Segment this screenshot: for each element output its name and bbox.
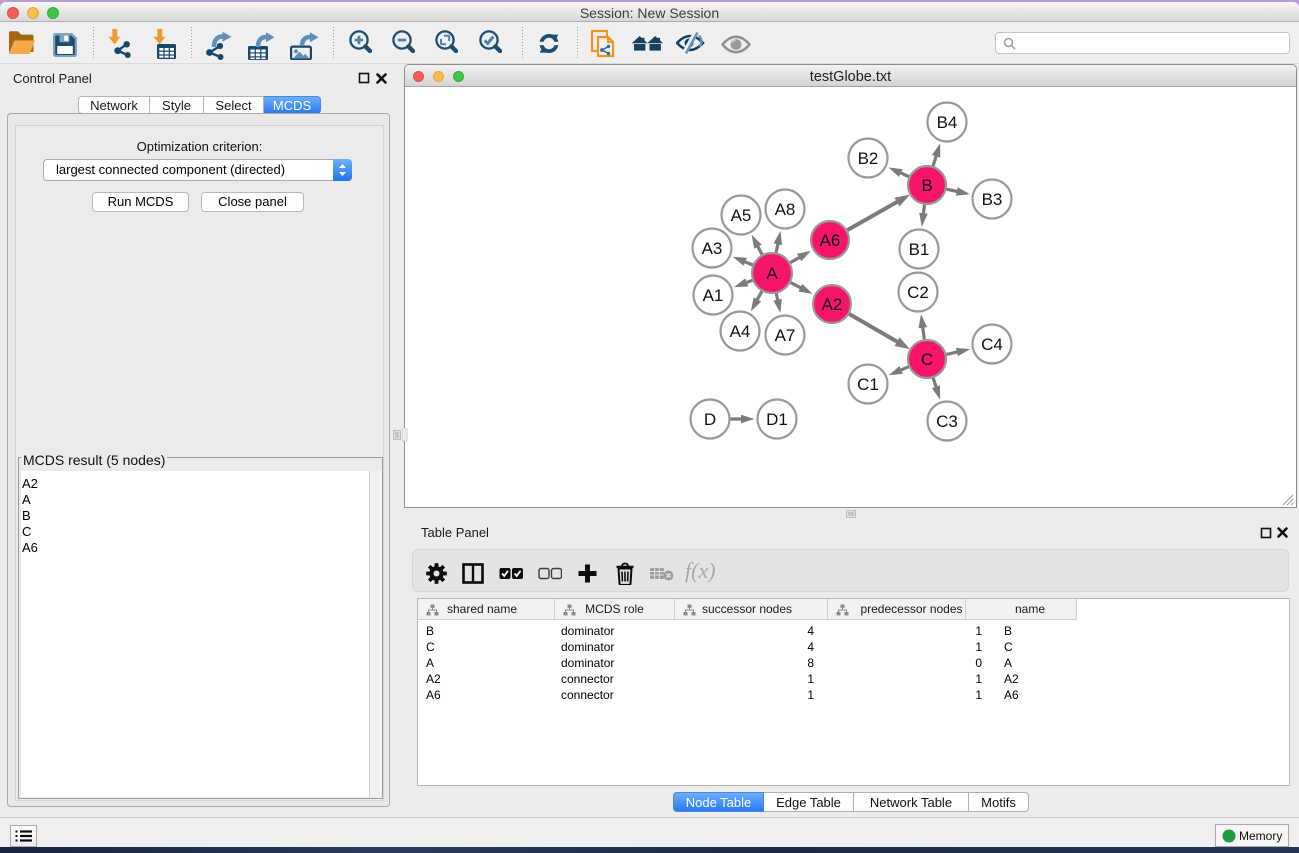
- svg-text:C2: C2: [907, 283, 929, 302]
- svg-text:A7: A7: [775, 326, 796, 345]
- svg-text:B1: B1: [909, 240, 930, 259]
- svg-text:A5: A5: [731, 206, 752, 225]
- svg-text:A4: A4: [730, 322, 751, 341]
- svg-text:A6: A6: [820, 231, 841, 250]
- svg-text:A2: A2: [822, 295, 843, 314]
- svg-text:C4: C4: [981, 335, 1003, 354]
- svg-text:A8: A8: [775, 200, 796, 219]
- svg-text:D: D: [704, 410, 716, 429]
- svg-text:C1: C1: [857, 375, 879, 394]
- svg-text:B2: B2: [858, 149, 879, 168]
- svg-text:D1: D1: [766, 410, 788, 429]
- svg-text:C: C: [921, 350, 933, 369]
- svg-text:A3: A3: [702, 239, 723, 258]
- svg-text:B3: B3: [982, 190, 1003, 209]
- svg-text:B4: B4: [937, 113, 958, 132]
- svg-text:B: B: [921, 176, 932, 195]
- svg-text:A1: A1: [703, 286, 724, 305]
- svg-text:A: A: [766, 264, 778, 283]
- svg-text:C3: C3: [936, 412, 958, 431]
